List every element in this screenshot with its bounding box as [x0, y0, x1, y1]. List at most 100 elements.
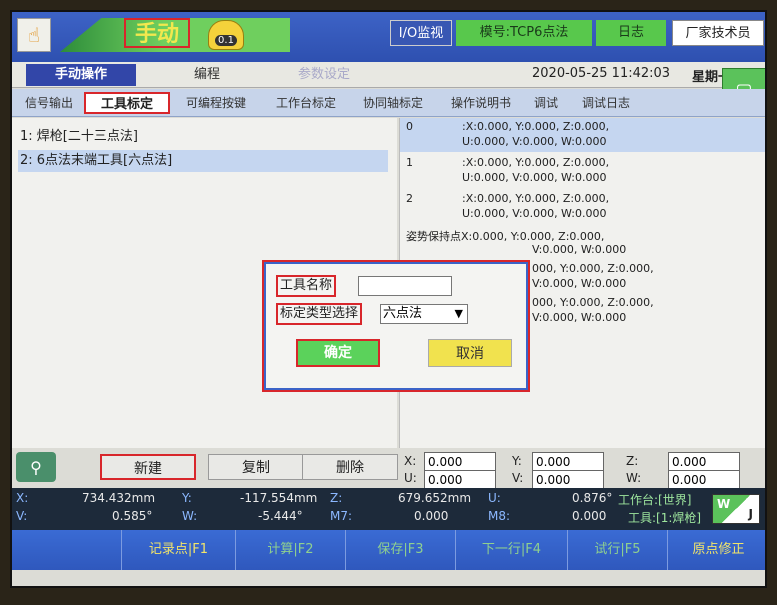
fkey-spacer — [12, 530, 122, 570]
status-v-label: V: — [16, 509, 28, 523]
coord-y-field[interactable]: 0.000 — [532, 452, 604, 472]
status-w-label: W: — [182, 509, 198, 523]
coord-z-field[interactable]: 0.000 — [668, 452, 740, 472]
coord-u-field[interactable]: 0.000 — [424, 470, 496, 490]
hmi-screen: ☝ 手动 0.1 I/O监视 模号:TCP6点法 日志 厂家技术员 手动操作 编… — [10, 10, 767, 588]
point-xyz: :X:0.000, Y:0.000, Z:0.000, — [462, 156, 610, 169]
status-m8-value: 0.000 — [572, 509, 607, 523]
status-w-value: -5.444° — [258, 509, 303, 523]
status-x-value: 734.432mm — [82, 491, 156, 505]
tab-workbench-calibration[interactable]: 工作台标定 — [264, 92, 348, 114]
coord-y-label: Y: — [512, 454, 522, 468]
status-v-value: 0.585° — [112, 509, 153, 523]
fkey-record-point[interactable]: 记录点|F1 — [122, 530, 236, 570]
point-uvw: U:0.000, V:0.000, W:0.000 — [462, 135, 607, 148]
sub-bar: 手动操作 编程 参数设定 2020-05-25 11:42:03 星期一 — [12, 62, 765, 88]
log-button[interactable]: 日志 — [596, 20, 666, 46]
coord-w-field[interactable]: 0.000 — [668, 470, 740, 490]
table-row[interactable]: 1 :X:0.000, Y:0.000, Z:0.000, U:0.000, V… — [400, 154, 765, 188]
action-row: ⚲ 新建 复制 删除 X: 0.000 Y: 0.000 Z: 0.000 U:… — [12, 448, 765, 490]
badge-w: W — [717, 497, 731, 511]
table-row[interactable]: 0 :X:0.000, Y:0.000, Z:0.000, U:0.000, V… — [400, 118, 765, 152]
tab-programmable-keys[interactable]: 可编程按键 — [174, 92, 258, 114]
copy-button[interactable]: 复制 — [208, 454, 304, 480]
mode-label[interactable]: 手动 — [124, 18, 190, 48]
tab-programming[interactable]: 编程 — [162, 64, 252, 86]
tab-tool-calibration[interactable]: 工具标定 — [84, 92, 170, 114]
status-m7-label: M7: — [330, 509, 353, 523]
point-xyz: 000, Y:0.000, Z:0.000, — [532, 262, 654, 275]
point-index: 0 — [406, 120, 413, 133]
coord-z-label: Z: — [626, 454, 639, 468]
fkey-save[interactable]: 保存|F3 — [346, 530, 456, 570]
workbench-status: 工作台:[世界] — [618, 493, 692, 507]
new-button[interactable]: 新建 — [100, 454, 196, 480]
coordinate-mode-badge[interactable]: W J — [712, 494, 760, 524]
fkey-calculate[interactable]: 计算|F2 — [236, 530, 346, 570]
new-tool-dialog: 工具名称 标定类型选择 六点法 ▼ 确定 取消 — [262, 260, 530, 392]
tool-name-input[interactable] — [358, 276, 452, 296]
fkey-trial-run[interactable]: 试行|F5 — [568, 530, 668, 570]
point-xyz: 000, Y:0.000, Z:0.000, — [532, 296, 654, 309]
speed-gauge[interactable]: 0.1 — [208, 20, 244, 50]
speed-value: 0.1 — [215, 35, 237, 46]
list-item[interactable]: 1: 焊枪[二十三点法] — [18, 126, 388, 148]
tab-coaxis-calibration[interactable]: 协同轴标定 — [350, 92, 436, 114]
point-uvw: V:0.000, W:0.000 — [532, 311, 627, 324]
coord-v-field[interactable]: 0.000 — [532, 470, 604, 490]
cancel-button[interactable]: 取消 — [428, 339, 512, 367]
tab-manual-doc[interactable]: 操作说明书 — [440, 92, 522, 114]
point-uvw: U:0.000, V:0.000, W:0.000 — [462, 171, 607, 184]
point-uvw: U:0.000, V:0.000, W:0.000 — [462, 207, 607, 220]
dropdown-arrow-icon: ▼ — [454, 307, 463, 320]
delete-button[interactable]: 删除 — [302, 454, 398, 480]
tab-debug[interactable]: 调试 — [526, 92, 566, 114]
point-xyz: :X:0.000, Y:0.000, Z:0.000, — [462, 120, 610, 133]
tool-status: 工具:[1:焊枪] — [628, 511, 702, 525]
status-x-label: X: — [16, 491, 29, 505]
tool-name-label: 工具名称 — [276, 275, 337, 297]
model-button[interactable]: 模号:TCP6点法 — [456, 20, 592, 46]
tab-debug-log[interactable]: 调试日志 — [570, 92, 642, 114]
coord-v-label: V: — [512, 471, 524, 485]
coord-x-field[interactable]: 0.000 — [424, 452, 496, 472]
calib-type-select[interactable]: 六点法 ▼ — [380, 304, 468, 324]
tab-manual-operation[interactable]: 手动操作 — [26, 64, 136, 86]
status-u-label: U: — [488, 491, 501, 505]
location-pin-icon[interactable]: ⚲ — [16, 452, 56, 482]
datetime: 2020-05-25 11:42:03 — [532, 66, 671, 81]
sub-tabs: 信号输出 工具标定 可编程按键 工作台标定 协同轴标定 操作说明书 调试 调试日… — [12, 89, 765, 117]
status-u-value: 0.876° — [572, 491, 613, 505]
point-index: 2 — [406, 192, 413, 205]
status-m8-label: M8: — [488, 509, 511, 523]
status-bar: X: 734.432mm Y: -117.554mm Z: 679.652mm … — [12, 488, 765, 530]
point-uvw: V:0.000, W:0.000 — [532, 243, 627, 256]
confirm-button[interactable]: 确定 — [296, 339, 380, 367]
list-item[interactable]: 2: 6点法末端工具[六点法] — [18, 150, 388, 172]
point-xyz: :X:0.000, Y:0.000, Z:0.000, — [462, 192, 610, 205]
fkey-next-line[interactable]: 下一行|F4 — [456, 530, 568, 570]
status-z-value: 679.652mm — [398, 491, 472, 505]
status-z-label: Z: — [330, 491, 343, 505]
point-xyz: 姿势保持点X:0.000, Y:0.000, Z:0.000, — [406, 230, 605, 243]
calib-type-label: 标定类型选择 — [276, 303, 363, 325]
coord-x-label: X: — [404, 454, 417, 468]
coord-w-label: W: — [626, 471, 642, 485]
user-level-button[interactable]: 厂家技术员 — [672, 20, 764, 46]
table-row[interactable]: 2 :X:0.000, Y:0.000, Z:0.000, U:0.000, V… — [400, 190, 765, 224]
status-y-label: Y: — [182, 491, 192, 505]
tab-signal-output[interactable]: 信号输出 — [16, 92, 82, 114]
hand-icon[interactable]: ☝ — [17, 18, 51, 52]
io-monitor-button[interactable]: I/O监视 — [390, 20, 452, 46]
badge-j: J — [748, 507, 753, 521]
fkey-origin-correction[interactable]: 原点修正 — [668, 530, 765, 570]
table-row[interactable]: 姿势保持点X:0.000, Y:0.000, Z:0.000, V:0.000,… — [400, 226, 765, 260]
point-uvw: V:0.000, W:0.000 — [532, 277, 627, 290]
point-index: 1 — [406, 156, 413, 169]
tab-param-setting[interactable]: 参数设定 — [274, 64, 374, 86]
status-y-value: -117.554mm — [240, 491, 318, 505]
coord-u-label: U: — [404, 471, 417, 485]
status-m7-value: 0.000 — [414, 509, 449, 523]
function-key-bar: 记录点|F1 计算|F2 保存|F3 下一行|F4 试行|F5 原点修正 — [12, 530, 765, 570]
calib-type-value: 六点法 — [383, 306, 423, 321]
